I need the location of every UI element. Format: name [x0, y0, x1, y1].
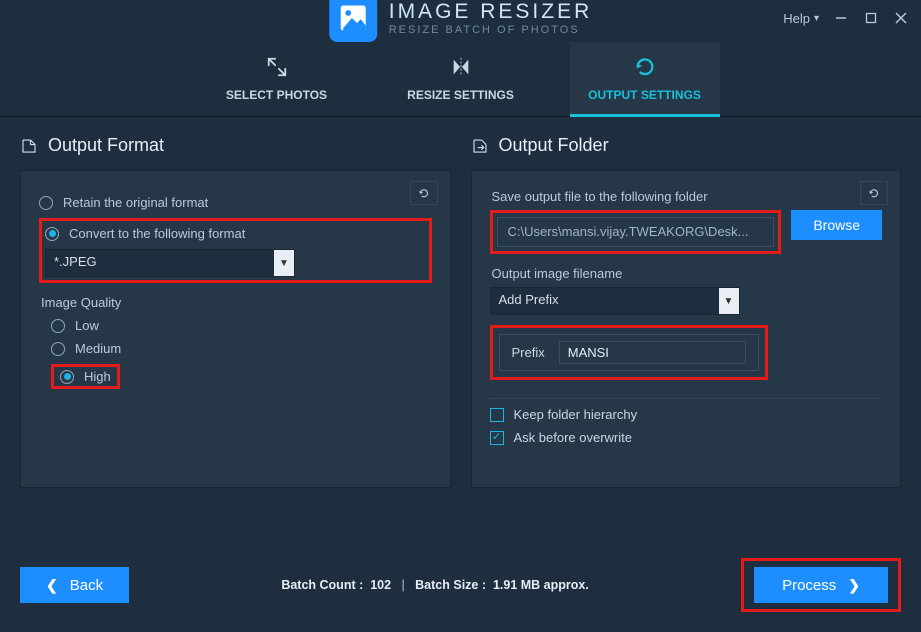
radio-label: Medium [75, 341, 121, 356]
browse-button[interactable]: Browse [791, 210, 882, 240]
dropdown-value: Add Prefix [491, 288, 719, 314]
reset-folder-button[interactable] [860, 181, 888, 205]
minimize-button[interactable] [833, 10, 849, 26]
filename-label: Output image filename [492, 266, 883, 281]
radio-label: Retain the original format [63, 195, 208, 210]
radio-label: High [84, 369, 111, 384]
tab-label: OUTPUT SETTINGS [588, 88, 701, 102]
mirror-icon [450, 56, 472, 78]
chevron-down-icon: ▼ [719, 288, 739, 314]
chevron-down-icon: ▾ [814, 13, 819, 24]
prefix-input[interactable]: MANSI [559, 341, 746, 364]
output-format-header: Output Format [20, 135, 451, 156]
close-button[interactable] [893, 10, 909, 26]
expand-arrows-icon [266, 56, 288, 78]
quality-high-radio[interactable]: High [60, 369, 111, 384]
refresh-icon [634, 56, 656, 78]
undo-icon [417, 186, 431, 200]
back-button[interactable]: ❮ Back [20, 567, 129, 603]
radio-label: Convert to the following format [69, 226, 245, 241]
tab-resize-settings[interactable]: RESIZE SETTINGS [386, 42, 536, 116]
process-button[interactable]: Process ❯ [754, 567, 888, 603]
ask-overwrite-checkbox[interactable]: Ask before overwrite [490, 430, 883, 445]
chevron-down-icon: ▼ [274, 250, 294, 276]
maximize-button[interactable] [863, 10, 879, 26]
prefix-label: Prefix [512, 345, 545, 360]
convert-format-radio[interactable]: Convert to the following format [45, 226, 426, 241]
app-logo [329, 0, 377, 42]
save-folder-label: Save output file to the following folder [492, 189, 883, 204]
format-dropdown[interactable]: *.JPEG ▼ [45, 249, 295, 277]
tab-output-settings[interactable]: OUTPUT SETTINGS [570, 42, 720, 116]
folder-export-icon [471, 137, 489, 155]
radio-label: Low [75, 318, 99, 333]
undo-icon [867, 186, 881, 200]
reset-format-button[interactable] [410, 181, 438, 205]
help-menu[interactable]: Help ▾ [783, 11, 819, 26]
output-path-input[interactable]: C:\Users\mansi.vijay.TWEAKORG\Desk... [497, 217, 775, 247]
dropdown-value: *.JPEG [46, 250, 274, 276]
app-title: IMAGE RESIZER [389, 0, 593, 24]
tab-label: RESIZE SETTINGS [407, 88, 514, 102]
tab-label: SELECT PHOTOS [226, 88, 327, 102]
app-subtitle: RESIZE BATCH OF PHOTOS [389, 24, 593, 36]
quality-medium-radio[interactable]: Medium [51, 341, 432, 356]
batch-stats: Batch Count : 102 | Batch Size : 1.91 MB… [129, 578, 741, 592]
tab-select-photos[interactable]: SELECT PHOTOS [202, 42, 352, 116]
help-label: Help [783, 11, 810, 26]
keep-hierarchy-checkbox[interactable]: Keep folder hierarchy [490, 407, 883, 422]
chevron-right-icon: ❯ [848, 577, 860, 594]
checkbox-label: Keep folder hierarchy [514, 407, 638, 422]
button-label: Back [70, 577, 103, 594]
export-icon [20, 137, 38, 155]
image-quality-label: Image Quality [41, 295, 432, 310]
filename-mode-dropdown[interactable]: Add Prefix ▼ [490, 287, 740, 315]
output-folder-header: Output Folder [471, 135, 902, 156]
button-label: Process [782, 577, 836, 594]
quality-low-radio[interactable]: Low [51, 318, 432, 333]
retain-format-radio[interactable]: Retain the original format [39, 195, 432, 210]
checkbox-label: Ask before overwrite [514, 430, 633, 445]
chevron-left-icon: ❮ [46, 577, 58, 594]
